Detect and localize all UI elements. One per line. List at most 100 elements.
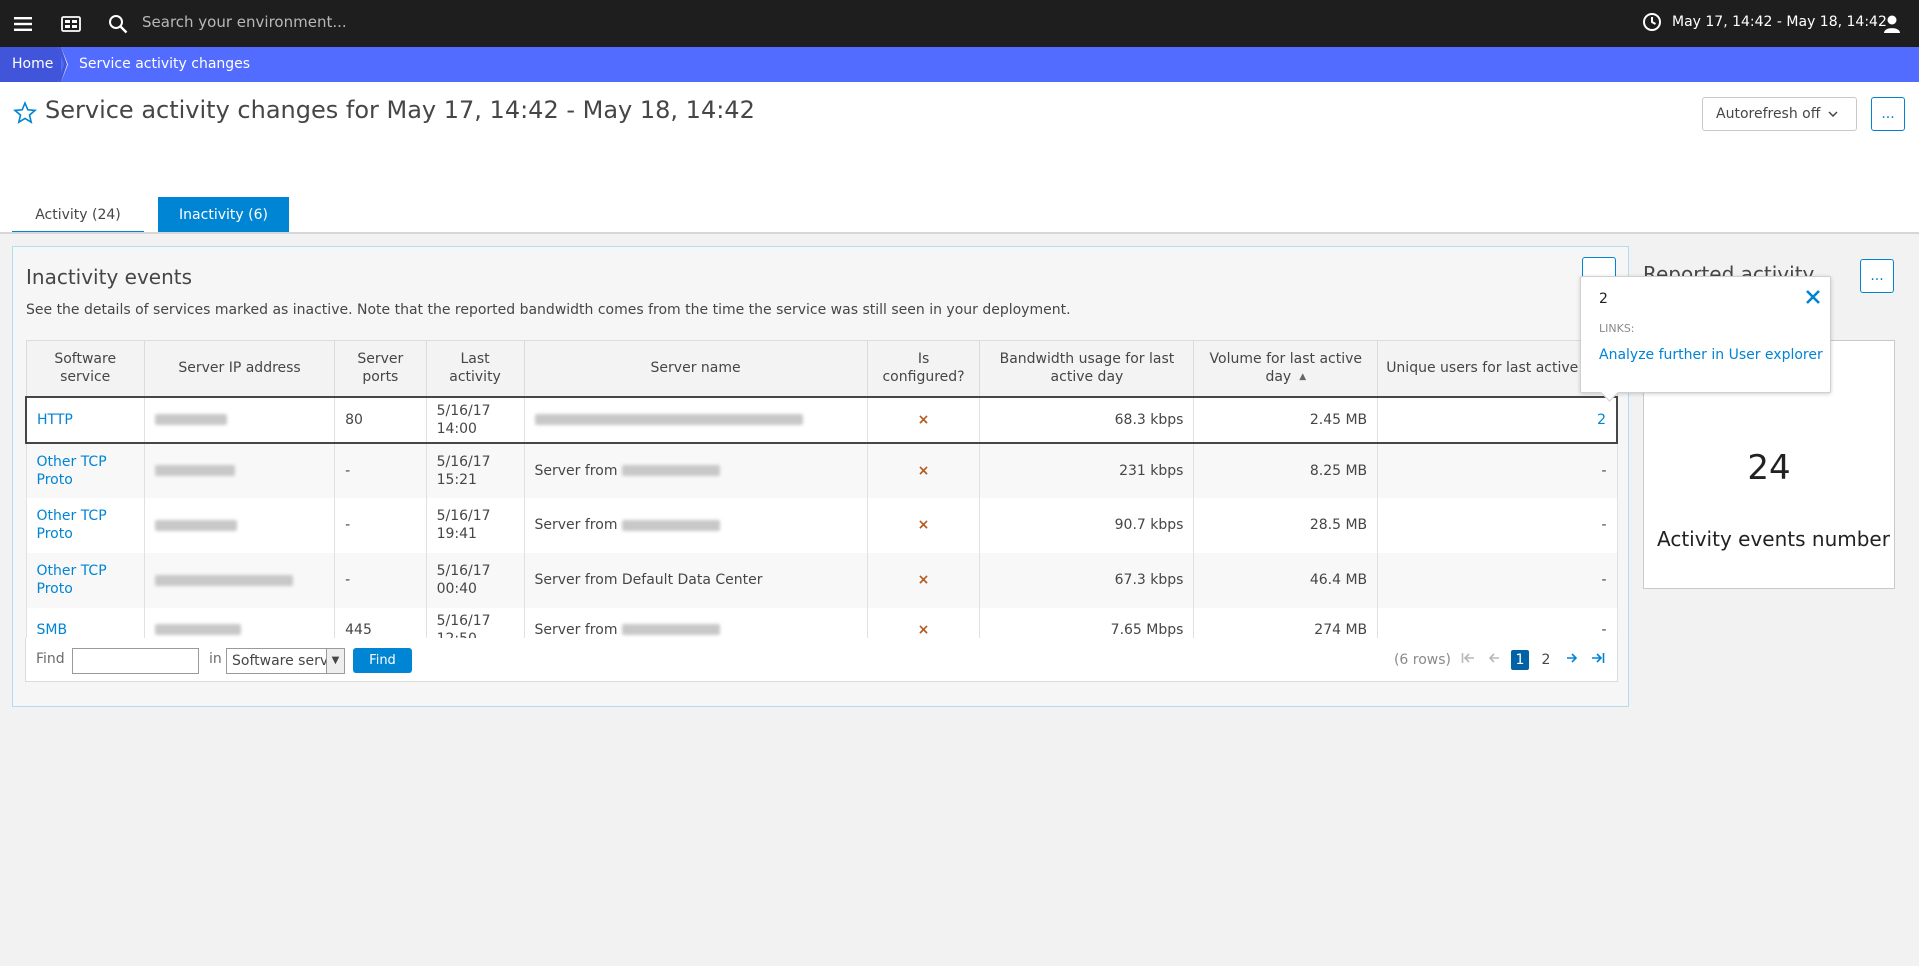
unique-users: - xyxy=(1377,497,1618,553)
volume: 2.45 MB xyxy=(1193,395,1379,444)
chevron-down-icon xyxy=(1828,111,1838,117)
column-header[interactable]: Server IP address xyxy=(143,340,336,397)
find-label: Find xyxy=(36,651,65,667)
find-input[interactable] xyxy=(72,648,199,674)
service-link[interactable]: Other TCP Proto xyxy=(37,508,107,542)
redacted-server-name xyxy=(621,624,720,635)
bandwidth: 231 kbps xyxy=(979,442,1195,498)
last-activity: 5/16/17 14:00 xyxy=(425,395,525,444)
autorefresh-dropdown[interactable]: Autorefresh off xyxy=(1702,97,1857,131)
reported-activity-more-button[interactable]: ... xyxy=(1860,259,1894,293)
last-activity: 5/16/17 19:41 xyxy=(425,497,525,553)
volume: 46.4 MB xyxy=(1193,552,1379,608)
redacted-ip xyxy=(154,574,293,586)
not-configured-icon: × xyxy=(917,621,930,638)
column-header[interactable]: Last activity xyxy=(425,340,525,397)
redacted-server-name xyxy=(621,519,720,531)
last-activity: 5/16/17 00:40 xyxy=(425,552,525,608)
table-row[interactable]: HTTP 80 5/16/17 14:00 × 68.3 kbps 2.45 M… xyxy=(24,395,1619,444)
server-port: 80 xyxy=(334,395,427,444)
header-more-button[interactable]: ... xyxy=(1871,97,1905,131)
first-page-icon[interactable] xyxy=(1459,650,1477,670)
server-name: Server from xyxy=(534,462,618,479)
server-port: - xyxy=(334,442,427,498)
redacted-server-name xyxy=(534,414,803,425)
column-header[interactable]: Is configured? xyxy=(866,340,981,397)
bandwidth: 90.7 kbps xyxy=(979,497,1195,553)
breadcrumb: Home Service activity changes xyxy=(0,47,1919,82)
redacted-server-name xyxy=(621,465,720,476)
table-row[interactable]: Other TCP Proto - 5/16/17 19:41 Server f… xyxy=(25,497,1618,553)
tab-bar: Activity (24) Inactivity (6) xyxy=(12,197,289,233)
page-title: Service activity changes for May 17, 14:… xyxy=(45,96,755,124)
bandwidth: 67.3 kbps xyxy=(979,552,1195,608)
server-port: - xyxy=(334,497,427,553)
redacted-ip xyxy=(154,519,237,531)
previous-page-icon[interactable] xyxy=(1485,650,1503,670)
redacted-ip xyxy=(154,414,227,425)
service-link[interactable]: Other TCP Proto xyxy=(37,454,107,488)
server-name: Server from Default Data Center xyxy=(523,552,868,608)
timeframe-selector[interactable]: May 17, 14:42 - May 18, 14:42 xyxy=(1642,0,1887,44)
tab-inactivity[interactable]: Inactivity (6) xyxy=(158,197,289,233)
search-input[interactable]: Search your environment... xyxy=(142,0,347,44)
autorefresh-label: Autorefresh off xyxy=(1716,106,1821,122)
in-label: in xyxy=(209,651,222,667)
column-header[interactable]: Server name xyxy=(523,340,868,397)
chevron-down-icon: ▼ xyxy=(326,649,344,673)
close-icon[interactable] xyxy=(1803,287,1823,307)
not-configured-icon: × xyxy=(917,517,930,533)
unique-users-link[interactable]: 2 xyxy=(1597,412,1606,428)
dashboard-icon[interactable] xyxy=(58,0,84,47)
server-name: Server from xyxy=(534,621,618,638)
breadcrumb-current: Service activity changes xyxy=(79,56,251,72)
header-divider xyxy=(0,232,1919,234)
search-icon[interactable] xyxy=(106,0,130,47)
tooltip-links-label: LINKS: xyxy=(1599,322,1635,335)
volume: 28.5 MB xyxy=(1193,497,1379,553)
server-name: Server from xyxy=(534,517,618,533)
table-row[interactable]: Other TCP Proto - 5/16/17 15:21 Server f… xyxy=(25,442,1618,498)
timeframe-label: May 17, 14:42 - May 18, 14:42 xyxy=(1672,14,1887,30)
inactivity-events-panel: Inactivity events See the details of ser… xyxy=(12,246,1629,707)
column-header[interactable]: Bandwidth usage for last active day xyxy=(979,340,1195,397)
breadcrumb-separator-icon xyxy=(58,47,68,82)
row-count: (6 rows) xyxy=(1393,652,1451,668)
inactivity-table: Software service Server IP address Serve… xyxy=(24,340,1619,653)
page-header: Service activity changes for May 17, 14:… xyxy=(0,82,1919,233)
page-2-button[interactable]: 2 xyxy=(1537,650,1555,670)
find-button[interactable]: Find xyxy=(353,648,412,673)
user-explorer-link[interactable]: Analyze further in User explorer xyxy=(1599,347,1823,363)
last-page-icon[interactable] xyxy=(1589,650,1607,670)
menu-icon[interactable] xyxy=(10,0,36,47)
table-row[interactable]: Other TCP Proto - 5/16/17 00:40 Server f… xyxy=(25,552,1618,608)
table-header-row: Software service Server IP address Serve… xyxy=(25,340,1618,397)
last-activity: 5/16/17 15:21 xyxy=(425,442,525,498)
server-port: - xyxy=(334,552,427,608)
column-header[interactable]: Software service xyxy=(25,340,145,397)
volume: 8.25 MB xyxy=(1193,442,1379,498)
tooltip-value: 2 xyxy=(1599,291,1608,307)
service-link[interactable]: HTTP xyxy=(37,412,73,428)
page-1-button[interactable]: 1 xyxy=(1511,650,1529,670)
service-link[interactable]: SMB xyxy=(37,622,68,638)
column-header-sorted[interactable]: Volume for last active day ▲ xyxy=(1193,340,1379,397)
not-configured-icon: × xyxy=(917,411,930,428)
top-bar: Search your environment... May 17, 14:42… xyxy=(0,0,1919,47)
not-configured-icon: × xyxy=(917,572,930,588)
not-configured-icon: × xyxy=(917,462,930,479)
next-page-icon[interactable] xyxy=(1563,650,1581,670)
column-header[interactable]: Server ports xyxy=(334,340,427,397)
favorite-star-icon[interactable] xyxy=(13,101,37,125)
tab-activity[interactable]: Activity (24) xyxy=(12,197,144,233)
sort-ascending-icon: ▲ xyxy=(1299,372,1307,383)
unique-users: - xyxy=(1377,442,1618,498)
unique-users: - xyxy=(1377,552,1618,608)
pagination: (6 rows) 1 2 xyxy=(1394,638,1607,682)
service-link[interactable]: Other TCP Proto xyxy=(37,563,107,597)
redacted-ip xyxy=(154,465,235,476)
user-icon[interactable] xyxy=(1880,0,1904,47)
activity-events-number: 24 xyxy=(1747,448,1791,488)
breadcrumb-home[interactable]: Home xyxy=(0,47,61,82)
find-column-select[interactable]: Software service ▼ xyxy=(226,648,345,674)
